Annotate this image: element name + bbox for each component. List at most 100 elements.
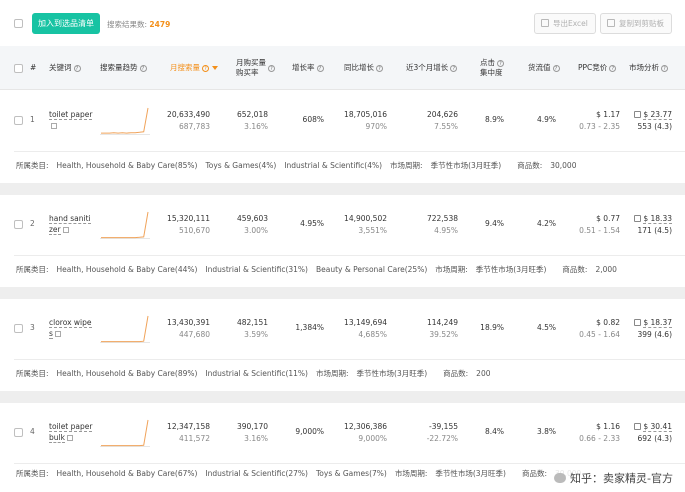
table-row[interactable]: 2 hand sanitizer 15,320,111 510,670 459,603 3… <box>0 195 685 255</box>
category-info: 所属类目: Health, Household & Baby Care(67%) I… <box>16 468 597 479</box>
analysis-icon[interactable] <box>634 423 642 430</box>
help-icon[interactable]: ? <box>139 64 147 72</box>
col-ppc-label: PPC竞价 <box>578 63 608 72</box>
market-price-line[interactable]: $ 30.41 <box>616 421 672 433</box>
col-market[interactable]: 市场分析? <box>629 46 668 90</box>
keyword-link[interactable]: hand sanitizer <box>49 214 91 235</box>
help-icon[interactable]: ? <box>497 60 504 67</box>
help-icon[interactable]: ? <box>316 64 324 72</box>
growth-cell: 608% <box>302 115 324 124</box>
analysis-icon[interactable] <box>634 215 642 222</box>
yoy-cell: 13,149,694 4,685% <box>330 317 387 341</box>
yoy-cell-main: 13,149,694 <box>344 318 387 327</box>
row-checkbox[interactable] <box>14 324 23 333</box>
col-conversion[interactable]: 货流值? <box>528 46 560 90</box>
category-label: 所属类目: <box>16 469 49 478</box>
market-price[interactable]: $ 18.37 <box>643 318 672 328</box>
market-cycle: 市场周期: 季节性市场(3月旺季) <box>316 369 435 378</box>
conversion-cell: 4.2% <box>536 219 556 228</box>
col-ppc[interactable]: PPC竞价? <box>578 46 617 90</box>
market-price[interactable]: $ 23.77 <box>643 110 672 120</box>
external-link-icon[interactable] <box>62 227 69 233</box>
yoy-cell-main: 14,900,502 <box>344 214 387 223</box>
external-link-icon[interactable] <box>54 331 61 337</box>
help-icon[interactable]: ? <box>376 64 383 72</box>
export-excel-button[interactable]: 导出Excel <box>534 13 596 34</box>
yoy-cell: 18,705,016 970% <box>330 109 387 133</box>
market-cycle: 市场周期: 季节性市场(3月旺季) <box>390 161 509 170</box>
table-row[interactable]: 3 clorox wipes 13,430,391 447,680 482,151 3.5… <box>0 299 685 359</box>
analysis-icon[interactable] <box>634 319 642 326</box>
table-row[interactable]: 1 toilet paper 20,633,490 687,783 652,018 3.1… <box>0 91 685 151</box>
row-checkbox[interactable] <box>14 220 23 229</box>
search-trend-sparkline[interactable] <box>100 105 150 135</box>
help-icon[interactable]: ? <box>661 64 668 72</box>
monthly-search-cell-sub: 687,783 <box>178 122 210 131</box>
col-recent3[interactable]: 近3个月增长? <box>406 46 458 90</box>
help-icon[interactable]: ? <box>202 64 209 72</box>
purchase-cell: 652,018 3.16% <box>224 109 268 133</box>
category-item: Beauty & Personal Care(25%) <box>315 265 428 274</box>
col-purchase-label-1: 月购买量 <box>236 58 266 67</box>
ppc-cell-sub: 0.66 - 2.33 <box>579 434 620 443</box>
copy-clipboard-button[interactable]: 复制到剪贴板 <box>600 13 672 34</box>
market-price[interactable]: $ 18.33 <box>643 214 672 224</box>
help-icon[interactable]: ? <box>609 64 617 72</box>
market-analysis-cell[interactable]: $ 18.33 171 (4.5) <box>616 213 672 237</box>
cycle-value: 季节性市场(3月旺季) <box>430 161 502 170</box>
keyword-record: 3 clorox wipes 13,430,391 447,680 482,151 3.5… <box>0 299 685 391</box>
search-trend-sparkline[interactable] <box>100 313 150 343</box>
keyword-cell[interactable]: toilet paper <box>49 109 93 131</box>
help-icon[interactable]: ? <box>73 64 81 72</box>
search-trend-sparkline[interactable] <box>100 209 150 239</box>
ppc-cell-sub: 0.45 - 1.64 <box>579 330 620 339</box>
col-monthly-search[interactable]: 月搜索量? <box>170 46 218 90</box>
sparkline-line <box>101 107 149 134</box>
market-price-line[interactable]: $ 18.37 <box>616 317 672 329</box>
header-checkbox[interactable] <box>14 64 23 73</box>
analysis-icon[interactable] <box>634 111 642 118</box>
cycle-label: 市场周期: <box>435 265 468 274</box>
keyword-cell[interactable]: clorox wipes <box>49 317 93 339</box>
help-icon[interactable]: ? <box>450 64 458 72</box>
result-count: 搜索结果数: 2479 <box>107 19 170 30</box>
category-item: Industrial & Scientific(11%) <box>205 369 308 378</box>
row-index: 4 <box>30 427 35 436</box>
external-link-icon[interactable] <box>51 123 57 129</box>
market-price[interactable]: $ 30.41 <box>643 422 672 432</box>
col-yoy[interactable]: 同比增长? <box>344 46 383 90</box>
col-click[interactable]: 点击? 集中度 <box>480 46 504 90</box>
help-icon[interactable]: ? <box>268 64 275 72</box>
ppc-cell: $ 1.16 0.66 - 2.33 <box>572 421 620 445</box>
category-label: 所属类目: <box>16 265 49 274</box>
market-analysis-cell[interactable]: $ 23.77 553 (4.3) <box>616 109 672 133</box>
conversion-cell: 4.9% <box>536 115 556 124</box>
market-analysis-cell[interactable]: $ 18.37 399 (4.6) <box>616 317 672 341</box>
select-all-checkbox[interactable] <box>14 19 23 28</box>
watermark: 知乎：卖家精灵-官方 <box>550 468 677 488</box>
external-link-icon[interactable] <box>66 435 73 441</box>
market-price-line[interactable]: $ 23.77 <box>616 109 672 121</box>
market-analysis-cell[interactable]: $ 30.41 692 (4.3) <box>616 421 672 445</box>
row-checkbox[interactable] <box>14 116 23 125</box>
col-keyword[interactable]: 关键词? <box>49 46 81 90</box>
recent3-cell: 204,626 7.55% <box>410 109 458 133</box>
category-item: Toys & Games(4%) <box>205 161 277 170</box>
add-to-selection-button[interactable]: 加入到选品清单 <box>32 13 100 34</box>
market-price-line[interactable]: $ 18.33 <box>616 213 672 225</box>
col-trend[interactable]: 搜索量趋势? <box>100 46 147 90</box>
search-trend-sparkline[interactable] <box>100 417 150 447</box>
cycle-label: 市场周期: <box>315 369 349 378</box>
purchase-cell-main: 482,151 <box>236 318 268 327</box>
keyword-cell[interactable]: hand sanitizer <box>49 213 93 235</box>
sort-desc-icon[interactable] <box>212 66 218 70</box>
keyword-cell[interactable]: toilet paper bulk <box>49 421 93 443</box>
row-checkbox[interactable] <box>14 428 23 437</box>
col-growth[interactable]: 增长率? <box>292 46 324 90</box>
keyword-link[interactable]: toilet paper <box>49 110 93 120</box>
copy-icon <box>607 19 615 27</box>
col-purchase-rate[interactable]: 月购买量 购买率? <box>236 46 275 90</box>
help-icon[interactable]: ? <box>552 64 560 72</box>
table-row[interactable]: 4 toilet paper bulk 12,347,158 411,572 390,1… <box>0 403 685 463</box>
col-click-label-2: 集中度 <box>480 68 503 77</box>
